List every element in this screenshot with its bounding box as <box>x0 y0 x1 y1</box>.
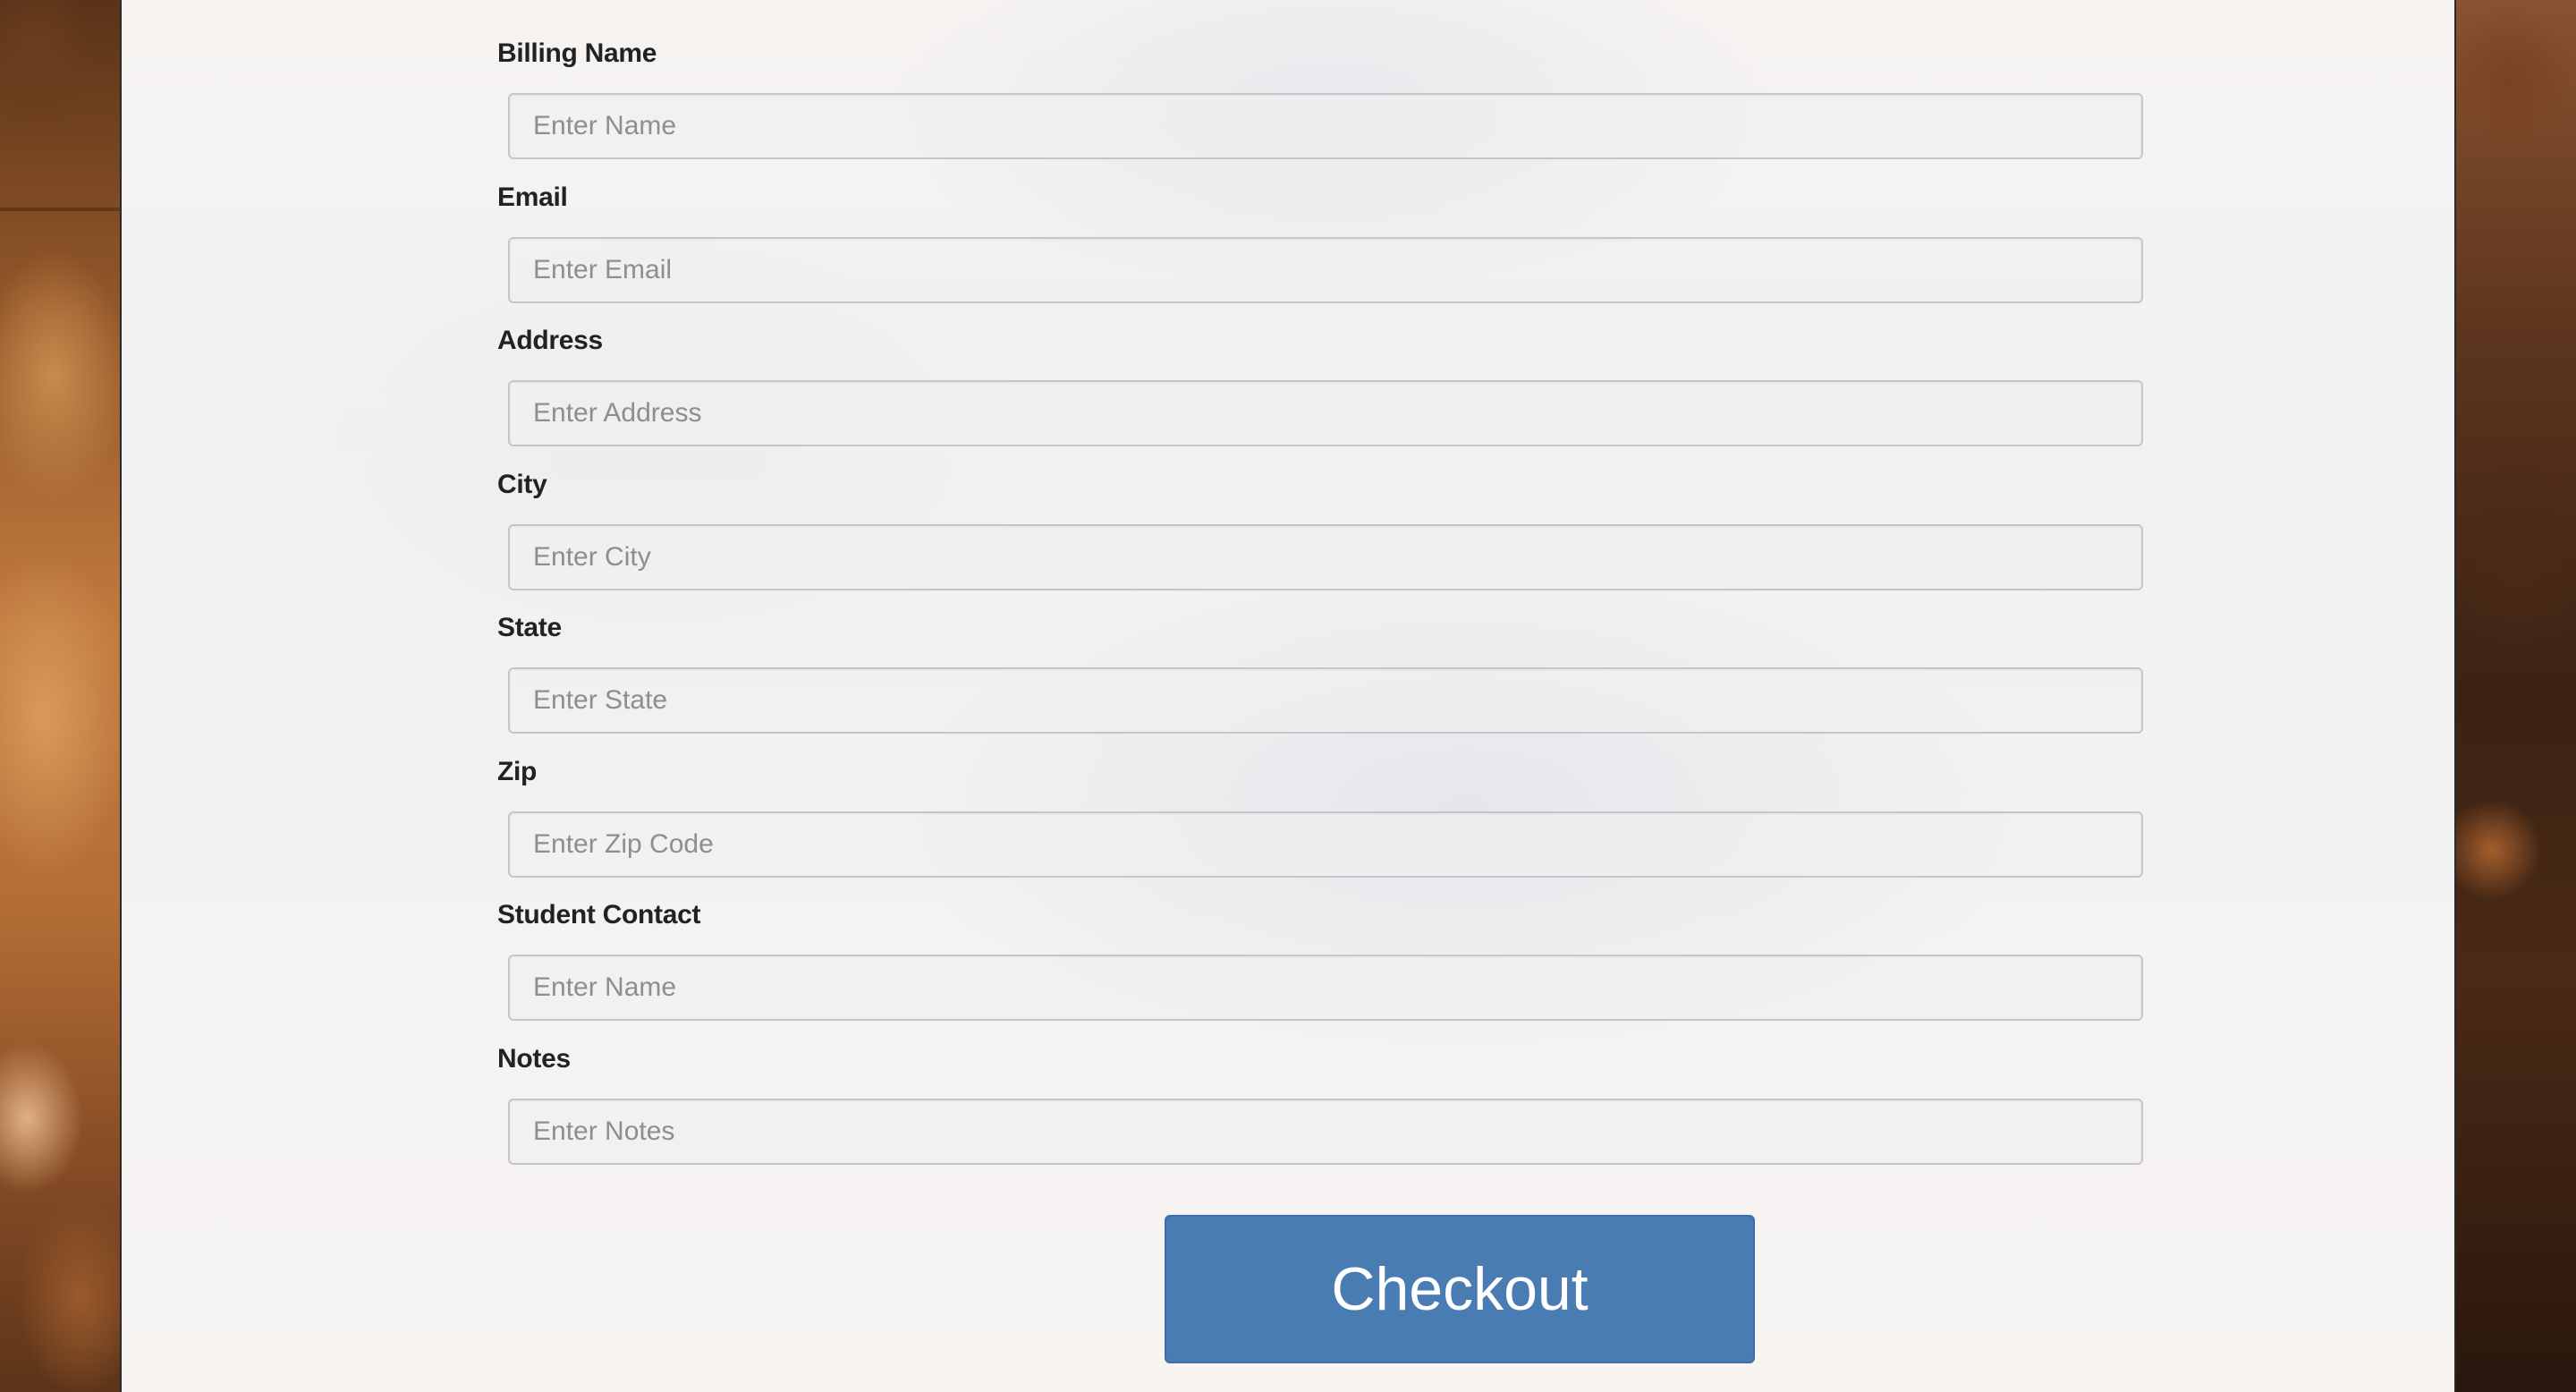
billing-name-field: Billing Name <box>497 36 2143 180</box>
student-contact-input[interactable] <box>508 955 2143 1021</box>
address-label: Address <box>497 326 603 355</box>
email-field: Email <box>497 180 2143 324</box>
student-contact-field: Student Contact <box>497 897 2143 1041</box>
zip-input[interactable] <box>508 811 2143 878</box>
city-label: City <box>497 469 547 499</box>
city-field: City <box>497 467 2143 611</box>
billing-name-label: Billing Name <box>497 38 657 68</box>
city-input[interactable] <box>508 523 2143 590</box>
zip-label: Zip <box>497 756 538 786</box>
checkout-button[interactable]: Checkout <box>1165 1215 1755 1363</box>
checkout-panel: Billing Name Email Address City State Zi… <box>120 0 2456 1392</box>
state-field: State <box>497 610 2143 754</box>
email-input[interactable] <box>508 236 2143 303</box>
zip-field: Zip <box>497 754 2143 898</box>
billing-name-input[interactable] <box>508 93 2143 159</box>
email-label: Email <box>497 182 568 212</box>
background-divider <box>0 208 120 211</box>
state-label: State <box>497 613 562 642</box>
address-input[interactable] <box>508 380 2143 446</box>
notes-label: Notes <box>497 1043 571 1074</box>
notes-input[interactable] <box>508 1098 2143 1165</box>
student-contact-label: Student Contact <box>497 900 701 929</box>
state-input[interactable] <box>508 667 2143 734</box>
background-photo-right <box>2456 0 2576 1392</box>
notes-field: Notes <box>497 1041 2143 1185</box>
checkout-form: Billing Name Email Address City State Zi… <box>497 36 2143 1184</box>
address-field: Address <box>497 323 2143 467</box>
